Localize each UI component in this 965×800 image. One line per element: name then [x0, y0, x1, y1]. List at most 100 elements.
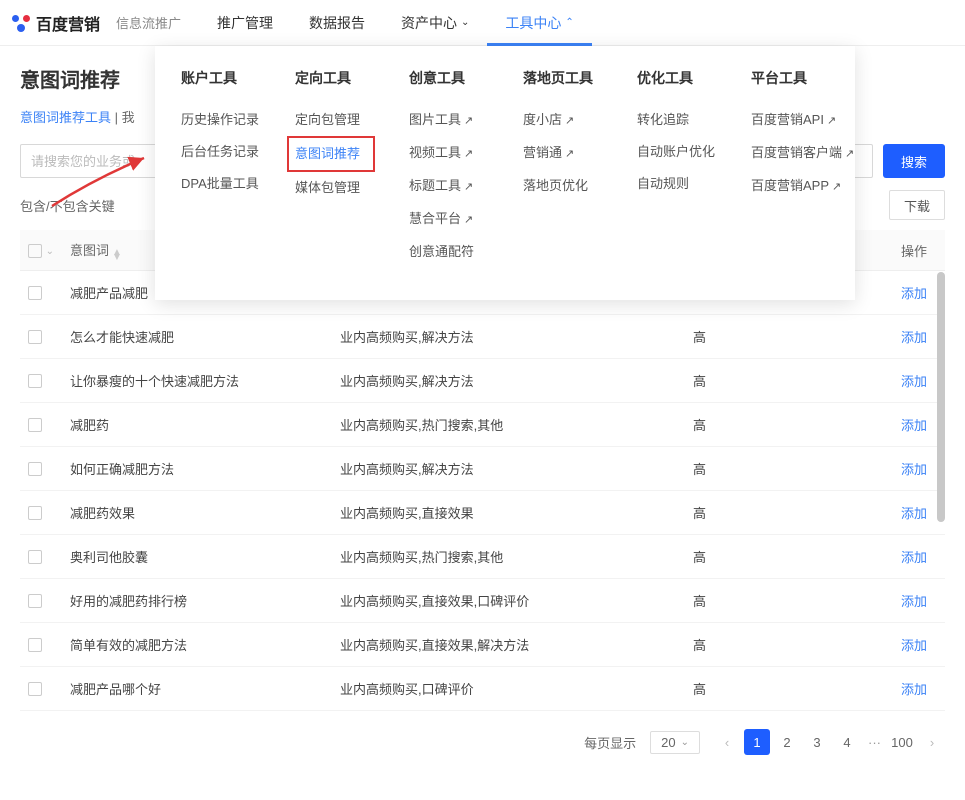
pager-prev[interactable]: ‹: [714, 729, 740, 755]
table-container: ⌄ 意图词▲▼ 类型▼ 流量覆盖▲▼▼ 操作 减肥产品减肥业内高频购买,其他高添…: [20, 230, 945, 711]
nav-label: 资产中心: [401, 13, 457, 33]
row-checkbox[interactable]: [28, 418, 42, 432]
cell-coverage: 高: [685, 623, 855, 667]
keyword-filter-pill[interactable]: 包含/不包含关键: [20, 196, 115, 215]
add-link[interactable]: 添加: [901, 374, 927, 389]
table-row: 如何正确减肥方法业内高频购买,解决方法高添加: [20, 447, 945, 491]
row-checkbox[interactable]: [28, 506, 42, 520]
external-link-icon: ↗: [845, 148, 854, 160]
cell-coverage: 高: [685, 491, 855, 535]
mega-col-head: 账户工具: [181, 68, 261, 88]
mega-link[interactable]: 慧合平台↗: [409, 203, 489, 236]
col-keyword[interactable]: 意图词: [70, 243, 109, 258]
pager-page[interactable]: 4: [834, 729, 860, 755]
tools-mega-menu: 账户工具历史操作记录后台任务记录DPA批量工具定向工具定向包管理意图词推荐媒体包…: [155, 46, 855, 300]
cell-type: 业内高频购买,解决方法: [332, 447, 685, 491]
cell-coverage: 高: [685, 403, 855, 447]
table-row: 让你暴瘦的十个快速减肥方法业内高频购买,解决方法高添加: [20, 359, 945, 403]
cell-type: 业内高频购买,直接效果,口碑评价: [332, 579, 685, 623]
mega-link[interactable]: 转化追踪: [637, 104, 717, 136]
cell-keyword: 奥利司他胶囊: [62, 535, 332, 579]
mega-link[interactable]: 自动规则: [637, 168, 717, 200]
mega-link[interactable]: 落地页优化: [523, 170, 603, 202]
cell-keyword: 如何正确减肥方法: [62, 447, 332, 491]
mega-link[interactable]: 历史操作记录: [181, 104, 261, 136]
mega-link[interactable]: 视频工具↗: [409, 137, 489, 170]
row-checkbox[interactable]: [28, 638, 42, 652]
brand-subtitle: 信息流推广: [116, 13, 181, 32]
pager-page[interactable]: 2: [774, 729, 800, 755]
add-link[interactable]: 添加: [901, 638, 927, 653]
add-link[interactable]: 添加: [901, 594, 927, 609]
external-link-icon: ↗: [832, 181, 841, 193]
mega-link[interactable]: 百度营销APP↗: [751, 170, 831, 203]
row-checkbox[interactable]: [28, 286, 42, 300]
nav-label: 数据报告: [309, 13, 365, 33]
nav-item-assets[interactable]: 资产中心⌄: [383, 0, 487, 46]
cell-coverage: 高: [685, 579, 855, 623]
pager: ‹1234···100›: [714, 729, 945, 755]
mega-link[interactable]: 图片工具↗: [409, 104, 489, 137]
external-link-icon: ↗: [464, 181, 473, 193]
chevron-down-icon: ⌄: [681, 737, 689, 748]
col-action: 操作: [901, 244, 927, 259]
pager-page-last[interactable]: 100: [889, 729, 915, 755]
mega-link[interactable]: 自动账户优化: [637, 136, 717, 168]
mega-link[interactable]: 百度营销客户端↗: [751, 137, 831, 170]
external-link-icon: ↗: [565, 148, 574, 160]
mega-link[interactable]: DPA批量工具: [181, 168, 261, 200]
row-checkbox[interactable]: [28, 594, 42, 608]
external-link-icon: ↗: [464, 115, 473, 127]
chevron-down-icon[interactable]: ⌄: [46, 246, 54, 257]
download-button[interactable]: 下载: [889, 190, 945, 220]
add-link[interactable]: 添加: [901, 286, 927, 301]
mega-link[interactable]: 标题工具↗: [409, 170, 489, 203]
scrollbar-thumb[interactable]: [937, 272, 945, 522]
top-nav: 百度营销 信息流推广 推广管理 数据报告 资产中心⌄ 工具中心⌃: [0, 0, 965, 46]
nav-label: 工具中心: [505, 13, 561, 33]
pager-page[interactable]: 3: [804, 729, 830, 755]
row-checkbox[interactable]: [28, 550, 42, 564]
mega-col-head: 落地页工具: [523, 68, 603, 88]
row-checkbox[interactable]: [28, 374, 42, 388]
nav-item-reports[interactable]: 数据报告: [291, 0, 383, 46]
add-link[interactable]: 添加: [901, 418, 927, 433]
external-link-icon: ↗: [464, 148, 473, 160]
mega-link[interactable]: 媒体包管理: [295, 172, 375, 204]
cell-type: 业内高频购买,热门搜索,其他: [332, 403, 685, 447]
mega-link[interactable]: 度小店↗: [523, 104, 603, 137]
add-link[interactable]: 添加: [901, 330, 927, 345]
mega-link[interactable]: 意图词推荐: [287, 136, 375, 172]
pager-page[interactable]: 1: [744, 729, 770, 755]
add-link[interactable]: 添加: [901, 550, 927, 565]
row-checkbox[interactable]: [28, 462, 42, 476]
cell-type: 业内高频购买,直接效果: [332, 491, 685, 535]
mega-col-head: 优化工具: [637, 68, 717, 88]
cell-type: 业内高频购买,热门搜索,其他: [332, 535, 685, 579]
nav-item-tools[interactable]: 工具中心⌃: [487, 0, 591, 46]
mega-link[interactable]: 后台任务记录: [181, 136, 261, 168]
add-link[interactable]: 添加: [901, 682, 927, 697]
pager-next[interactable]: ›: [919, 729, 945, 755]
cell-type: 业内高频购买,解决方法: [332, 315, 685, 359]
search-button[interactable]: 搜索: [883, 144, 945, 178]
brand-logo[interactable]: 百度营销: [10, 11, 100, 35]
add-link[interactable]: 添加: [901, 506, 927, 521]
add-link[interactable]: 添加: [901, 462, 927, 477]
cell-type: 业内高频购买,解决方法: [332, 359, 685, 403]
breadcrumb-tool-link[interactable]: 意图词推荐工具: [20, 110, 111, 125]
row-checkbox[interactable]: [28, 330, 42, 344]
nav-label: 推广管理: [217, 13, 273, 33]
sort-icon[interactable]: ▲▼: [112, 250, 122, 260]
mega-link[interactable]: 营销通↗: [523, 137, 603, 170]
mega-link[interactable]: 百度营销API↗: [751, 104, 831, 137]
mega-link[interactable]: 定向包管理: [295, 104, 375, 136]
row-checkbox[interactable]: [28, 682, 42, 696]
cell-keyword: 减肥药: [62, 403, 332, 447]
page-size-select[interactable]: 20 ⌄: [650, 731, 700, 754]
mega-link[interactable]: 创意通配符: [409, 236, 489, 268]
brand-name: 百度营销: [36, 11, 100, 35]
nav-item-promo[interactable]: 推广管理: [199, 0, 291, 46]
main-nav-items: 推广管理 数据报告 资产中心⌄ 工具中心⌃: [199, 0, 592, 46]
select-all-checkbox[interactable]: [28, 244, 42, 258]
